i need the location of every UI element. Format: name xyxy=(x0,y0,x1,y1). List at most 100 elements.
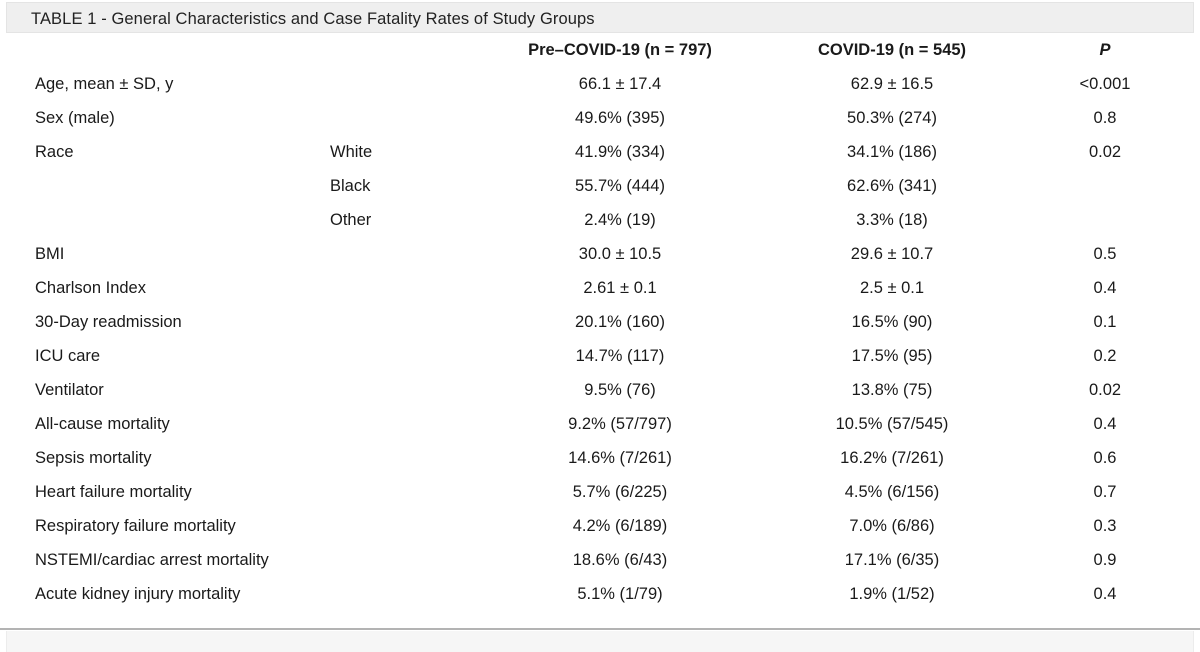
row-subcategory xyxy=(330,373,480,407)
cell-pre-covid: 20.1% (160) xyxy=(575,313,665,331)
table-row: Sex (male) 49.6% (395) 50.3% (274) 0.8 xyxy=(0,101,1200,135)
cell-covid: 13.8% (75) xyxy=(851,381,933,399)
column-header-pre-covid: Pre–COVID-19 (n = 797) xyxy=(528,41,712,59)
table-caption-band: TABLE 1 - General Characteristics and Ca… xyxy=(6,2,1194,33)
cell-pre-covid: 4.2% (6/189) xyxy=(572,517,668,535)
row-label: Acute kidney injury mortality xyxy=(35,585,241,603)
column-header-subcategory xyxy=(330,33,480,67)
row-label: All-cause mortality xyxy=(35,415,170,433)
table-grid: Pre–COVID-19 (n = 797) COVID-19 (n = 545… xyxy=(0,33,1200,628)
row-label: Charlson Index xyxy=(35,279,146,297)
table-row: Respiratory failure mortality 4.2% (6/189… xyxy=(0,509,1200,543)
cell-p-value: 0.02 xyxy=(1088,143,1122,161)
row-label: Ventilator xyxy=(35,381,104,399)
cell-covid: 17.5% (95) xyxy=(851,347,933,365)
table-row: Acute kidney injury mortality 5.1% (1/79)… xyxy=(0,577,1200,611)
cell-covid: 2.5 ± 0.1 xyxy=(859,279,925,297)
row-subcategory xyxy=(330,407,480,441)
row-label xyxy=(35,203,335,237)
row-label: Respiratory failure mortality xyxy=(35,517,236,535)
cell-p-value: 0.3 xyxy=(1093,517,1117,535)
cell-pre-covid: 9.5% (76) xyxy=(584,381,656,399)
cell-p-value: 0.4 xyxy=(1093,585,1117,603)
cell-covid: 62.6% (341) xyxy=(847,177,937,195)
row-label: Age, mean ± SD, y xyxy=(35,75,174,93)
cell-p-value xyxy=(1030,203,1180,237)
table-row: Sepsis mortality 14.6% (7/261) 16.2% (7/26… xyxy=(0,441,1200,475)
cell-p-value: <0.001 xyxy=(1079,75,1131,93)
row-subcategory xyxy=(330,543,480,577)
cell-pre-covid: 55.7% (444) xyxy=(575,177,665,195)
table-row: Race White 41.9% (334) 34.1% (186) 0.02 xyxy=(0,135,1200,169)
cell-pre-covid: 2.4% (19) xyxy=(584,211,656,229)
table-bottom-rule xyxy=(0,628,1200,630)
row-subcategory: White xyxy=(330,143,373,161)
cell-p-value: 0.9 xyxy=(1093,551,1117,569)
row-subcategory xyxy=(330,577,480,611)
cell-covid: 16.5% (90) xyxy=(851,313,933,331)
row-label: Sex (male) xyxy=(35,109,115,127)
row-subcategory xyxy=(330,441,480,475)
table-figure: TABLE 1 - General Characteristics and Ca… xyxy=(0,0,1200,652)
cell-covid: 3.3% (18) xyxy=(856,211,928,229)
cell-pre-covid: 41.9% (334) xyxy=(575,143,665,161)
cell-covid: 34.1% (186) xyxy=(847,143,937,161)
row-subcategory xyxy=(330,305,480,339)
row-subcategory xyxy=(330,101,480,135)
table-row: Age, mean ± SD, y 66.1 ± 17.4 62.9 ± 16.5 <… xyxy=(0,67,1200,101)
table-footer-band xyxy=(6,631,1194,652)
row-label: Heart failure mortality xyxy=(35,483,192,501)
table-row: Charlson Index 2.61 ± 0.1 2.5 ± 0.1 0.4 xyxy=(0,271,1200,305)
cell-p-value: 0.1 xyxy=(1093,313,1117,331)
cell-pre-covid: 18.6% (6/43) xyxy=(572,551,668,569)
table-row: Other 2.4% (19) 3.3% (18) xyxy=(0,203,1200,237)
cell-p-value: 0.4 xyxy=(1093,279,1117,297)
cell-pre-covid: 14.6% (7/261) xyxy=(568,449,672,467)
cell-p-value: 0.02 xyxy=(1088,381,1122,399)
table-row: ICU care 14.7% (117) 17.5% (95) 0.2 xyxy=(0,339,1200,373)
table-row: Heart failure mortality 5.7% (6/225) 4.5% … xyxy=(0,475,1200,509)
cell-covid: 29.6 ± 10.7 xyxy=(850,245,934,263)
cell-p-value: 0.5 xyxy=(1093,245,1117,263)
cell-pre-covid: 9.2% (57/797) xyxy=(568,415,672,433)
column-header-covid: COVID-19 (n = 545) xyxy=(817,41,967,59)
cell-covid: 4.5% (6/156) xyxy=(844,483,940,501)
cell-p-value: 0.2 xyxy=(1093,347,1117,365)
cell-p-value: 0.6 xyxy=(1093,449,1117,467)
column-header-p-value: P xyxy=(1099,41,1111,59)
row-label: 30-Day readmission xyxy=(35,313,182,331)
table-row: 30-Day readmission 20.1% (160) 16.5% (90) 0… xyxy=(0,305,1200,339)
cell-covid: 17.1% (6/35) xyxy=(844,551,940,569)
table-row: Ventilator 9.5% (76) 13.8% (75) 0.02 xyxy=(0,373,1200,407)
cell-covid: 1.9% (1/52) xyxy=(849,585,935,603)
row-subcategory xyxy=(330,339,480,373)
row-subcategory xyxy=(330,237,480,271)
cell-p-value: 0.7 xyxy=(1093,483,1117,501)
row-label: Sepsis mortality xyxy=(35,449,152,467)
table-caption: TABLE 1 - General Characteristics and Ca… xyxy=(31,10,595,28)
table-row: All-cause mortality 9.2% (57/797) 10.5% (5… xyxy=(0,407,1200,441)
row-subcategory xyxy=(330,67,480,101)
cell-pre-covid: 66.1 ± 17.4 xyxy=(578,75,662,93)
row-subcategory: Black xyxy=(330,177,371,195)
cell-pre-covid: 49.6% (395) xyxy=(575,109,665,127)
table-header-row: Pre–COVID-19 (n = 797) COVID-19 (n = 545… xyxy=(0,33,1200,67)
row-label: Race xyxy=(35,143,74,161)
cell-p-value: 0.4 xyxy=(1093,415,1117,433)
cell-covid: 10.5% (57/545) xyxy=(835,415,949,433)
cell-pre-covid: 30.0 ± 10.5 xyxy=(578,245,662,263)
row-subcategory xyxy=(330,271,480,305)
row-subcategory xyxy=(330,475,480,509)
row-subcategory: Other xyxy=(330,211,372,229)
table-row: Black 55.7% (444) 62.6% (341) xyxy=(0,169,1200,203)
cell-pre-covid: 2.61 ± 0.1 xyxy=(583,279,657,297)
row-label: BMI xyxy=(35,245,65,263)
cell-pre-covid: 5.1% (1/79) xyxy=(577,585,663,603)
cell-pre-covid: 14.7% (117) xyxy=(575,347,665,365)
row-label xyxy=(35,169,335,203)
cell-p-value: 0.8 xyxy=(1093,109,1117,127)
row-subcategory xyxy=(330,509,480,543)
row-label: ICU care xyxy=(35,347,101,365)
row-label: NSTEMI/cardiac arrest mortality xyxy=(35,551,269,569)
cell-covid: 62.9 ± 16.5 xyxy=(850,75,934,93)
